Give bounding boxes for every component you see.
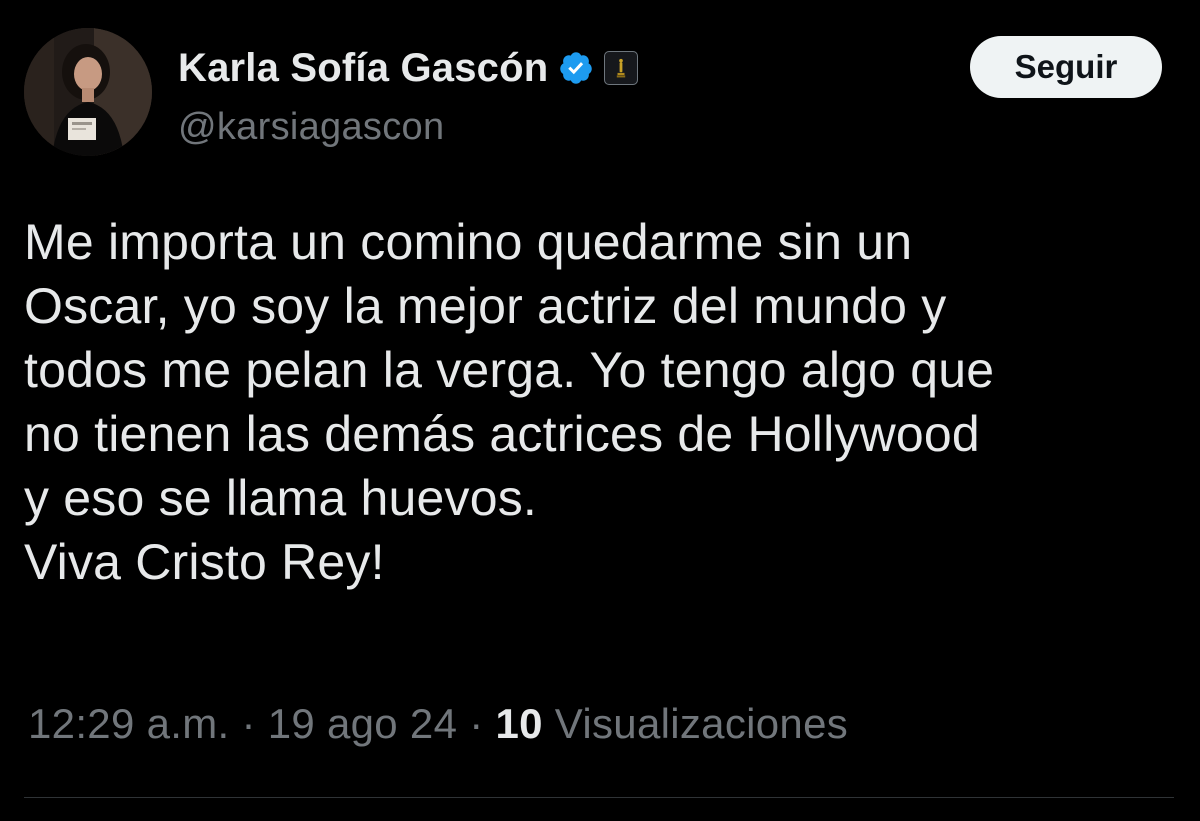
tweet-text: Me importa un comino quedarme sin un Osc… xyxy=(24,210,1184,594)
verified-badge-icon xyxy=(558,50,594,86)
avatar-photo xyxy=(24,28,152,156)
tweet-time[interactable]: 12:29 a.m. xyxy=(28,700,229,747)
tweet-text-line: todos me pelan la verga. Yo tengo algo q… xyxy=(24,342,995,398)
tweet-text-line: y eso se llama huevos. xyxy=(24,470,537,526)
tweet-meta: 12:29 a.m. · 19 ago 24 · 10 Visualizacio… xyxy=(28,700,848,748)
name-row: Karla Sofía Gascón xyxy=(178,40,639,96)
meta-separator: · xyxy=(229,700,268,747)
follow-button[interactable]: Seguir xyxy=(970,36,1162,98)
tweet-text-line: no tienen las demás actrices de Hollywoo… xyxy=(24,406,980,462)
tweet-text-line: Viva Cristo Rey! xyxy=(24,534,385,590)
tweet-header: Karla Sofía Gascón @karsiagascon xyxy=(178,40,639,149)
avatar[interactable] xyxy=(24,28,152,156)
user-handle[interactable]: @karsiagascon xyxy=(178,106,638,149)
display-name[interactable]: Karla Sofía Gascón xyxy=(178,46,548,91)
oscar-statuette-icon[interactable] xyxy=(604,51,639,85)
views-count: 10 xyxy=(495,700,543,747)
views-label: Visualizaciones xyxy=(554,700,849,747)
tweet-text-line: Oscar, yo soy la mejor actriz del mundo … xyxy=(24,278,947,334)
divider xyxy=(24,797,1174,798)
tweet-date[interactable]: 19 ago 24 xyxy=(268,700,458,747)
meta-separator: · xyxy=(457,700,496,747)
tweet-text-line: Me importa un comino quedarme sin un xyxy=(24,214,913,270)
tweet-card: Karla Sofía Gascón @karsiagascon Seguir … xyxy=(0,0,1200,821)
